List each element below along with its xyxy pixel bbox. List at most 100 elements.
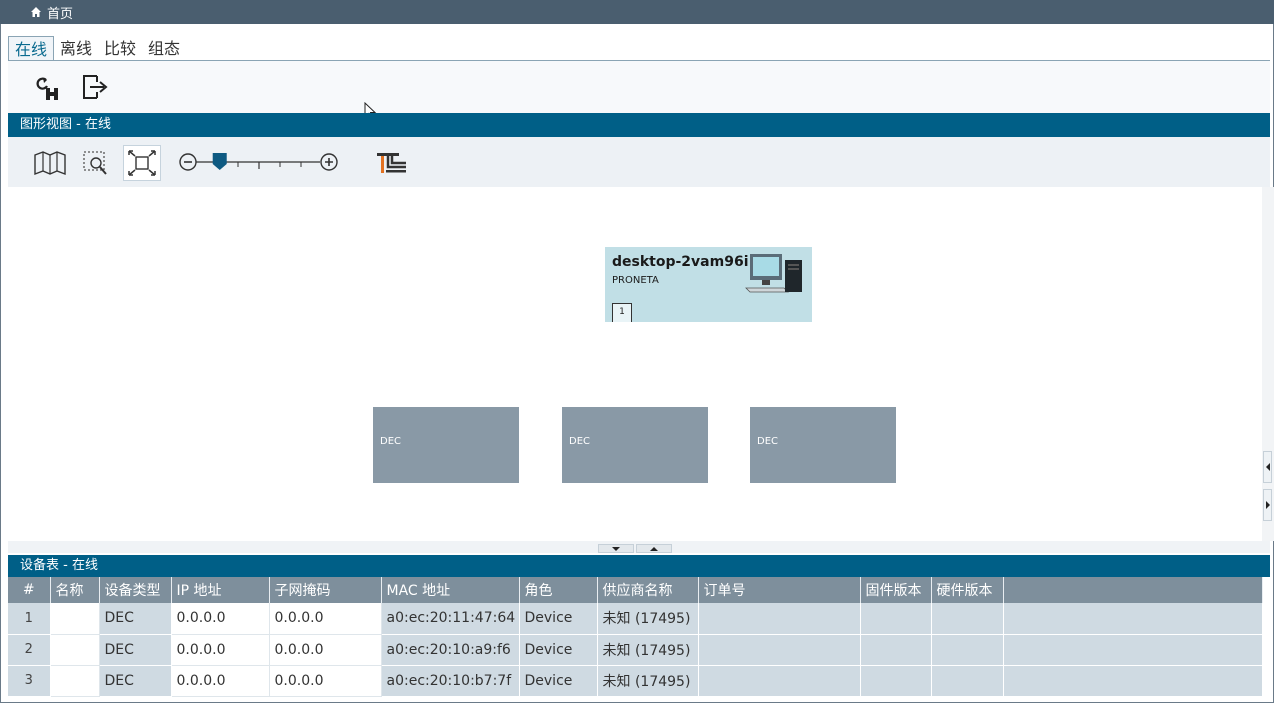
zoom-region-button[interactable] <box>77 145 115 181</box>
cell-order-number <box>698 634 861 666</box>
pc-node-name: desktop-2vam96i <box>612 254 749 270</box>
column-header-vendor[interactable]: 供应商名称 <box>597 577 699 603</box>
cell-name[interactable] <box>50 634 100 666</box>
refresh-network-button[interactable] <box>30 69 66 105</box>
collapse-panel-button[interactable] <box>1263 451 1272 483</box>
column-header-name[interactable]: 名称 <box>50 577 100 603</box>
cell-mac-address: a0:ec:20:11:47:64 <box>381 603 520 635</box>
device-node[interactable]: DEC <box>750 407 896 483</box>
cell-subnet-mask[interactable]: 0.0.0.0 <box>269 634 382 666</box>
cell-firmware <box>860 634 932 666</box>
cell-firmware <box>860 603 932 635</box>
mode-tabs: 在线 离线 比较 组态 <box>8 36 186 62</box>
cell-name[interactable] <box>50 665 100 697</box>
fit-to-screen-button[interactable] <box>123 145 161 181</box>
device-table: # 名称 设备类型 IP 地址 子网掩码 MAC 地址 角色 供应商名称 订单号… <box>8 577 1263 697</box>
device-table-header: 设备表 - 在线 <box>8 555 1270 577</box>
cell-role: Device <box>519 665 598 697</box>
cell-vendor: 未知 (17495) <box>597 634 699 666</box>
column-header-firmware[interactable]: 固件版本 <box>860 577 932 603</box>
zoom-in-icon[interactable] <box>320 153 338 171</box>
cell-vendor: 未知 (17495) <box>597 665 699 697</box>
cell-subnet-mask[interactable]: 0.0.0.0 <box>269 603 382 635</box>
zoom-slider[interactable] <box>178 149 342 175</box>
cell-subnet-mask[interactable]: 0.0.0.0 <box>269 665 382 697</box>
splitter-down-button[interactable] <box>598 544 634 553</box>
cell-filler <box>1003 634 1263 666</box>
cell-device-type: DEC <box>99 665 172 697</box>
column-header-subnet-mask[interactable]: 子网掩码 <box>269 577 382 603</box>
tab-offline[interactable]: 离线 <box>54 36 98 62</box>
chevron-right-icon <box>1265 501 1270 509</box>
splitter-up-button[interactable] <box>636 544 672 553</box>
pc-node-subtitle: PRONETA <box>612 275 659 286</box>
table-header-row: # 名称 设备类型 IP 地址 子网掩码 MAC 地址 角色 供应商名称 订单号… <box>8 577 1263 603</box>
device-node[interactable]: DEC <box>373 407 519 483</box>
topology-icon <box>377 153 406 173</box>
column-header-number[interactable]: # <box>8 577 51 603</box>
column-header-mac-address[interactable]: MAC 地址 <box>381 577 520 603</box>
table-row[interactable]: 1 DEC 0.0.0.0 0.0.0.0 a0:ec:20:11:47:64 … <box>8 603 1263 635</box>
main-toolbar <box>8 61 1270 113</box>
tab-online[interactable]: 在线 <box>8 36 55 62</box>
tab-configure[interactable]: 组态 <box>142 36 186 62</box>
pc-port[interactable]: 1 <box>612 303 632 322</box>
cell-hardware <box>931 603 1004 635</box>
cell-order-number <box>698 603 861 635</box>
tab-compare[interactable]: 比较 <box>98 36 142 62</box>
cell-filler <box>1003 603 1263 635</box>
side-panel-rail <box>1262 187 1274 541</box>
map-button[interactable] <box>31 145 69 181</box>
cell-number: 3 <box>8 665 51 697</box>
chevron-up-icon <box>650 546 658 551</box>
export-icon <box>83 75 108 99</box>
home-icon[interactable] <box>30 6 42 18</box>
cell-number: 2 <box>8 634 51 666</box>
device-node[interactable]: DEC <box>562 407 708 483</box>
column-header-filler <box>1003 577 1263 603</box>
graphic-view-toolbar <box>8 137 1270 187</box>
column-header-order-number[interactable]: 订单号 <box>698 577 861 603</box>
cell-filler <box>1003 665 1263 697</box>
chevron-left-icon <box>1265 463 1270 471</box>
zoom-region-icon <box>83 151 107 175</box>
column-header-hardware[interactable]: 硬件版本 <box>931 577 1004 603</box>
device-node-label: DEC <box>757 436 779 447</box>
map-icon <box>34 151 66 176</box>
export-button[interactable] <box>77 69 113 105</box>
cell-hardware <box>931 665 1004 697</box>
column-header-ip-address[interactable]: IP 地址 <box>171 577 270 603</box>
column-header-device-type[interactable]: 设备类型 <box>99 577 172 603</box>
zoom-out-icon[interactable] <box>179 153 197 171</box>
home-label[interactable]: 首页 <box>47 3 73 22</box>
table-row[interactable]: 2 DEC 0.0.0.0 0.0.0.0 a0:ec:20:10:a9:f6 … <box>8 634 1263 666</box>
refresh-network-icon <box>36 77 58 100</box>
cell-hardware <box>931 634 1004 666</box>
topology-canvas[interactable]: desktop-2vam96i PRONETA 1 DEC DEC DEC <box>8 187 1262 541</box>
cell-mac-address: a0:ec:20:10:b7:7f <box>381 665 520 697</box>
device-node-label: DEC <box>380 436 402 447</box>
chevron-down-icon <box>612 546 620 551</box>
expand-panel-button[interactable] <box>1263 489 1272 521</box>
graphic-view-header: 图形视图 - 在线 <box>8 113 1270 137</box>
table-row[interactable]: 3 DEC 0.0.0.0 0.0.0.0 a0:ec:20:10:b7:7f … <box>8 665 1263 697</box>
title-bar: 首页 <box>0 0 1274 24</box>
cell-ip-address[interactable]: 0.0.0.0 <box>171 603 270 635</box>
topology-button[interactable] <box>370 145 408 181</box>
cell-ip-address[interactable]: 0.0.0.0 <box>171 634 270 666</box>
cell-role: Device <box>519 603 598 635</box>
computer-icon <box>745 254 802 293</box>
cell-order-number <box>698 665 861 697</box>
cell-device-type: DEC <box>99 634 172 666</box>
cell-number: 1 <box>8 603 51 635</box>
pc-node[interactable]: desktop-2vam96i PRONETA 1 <box>605 247 812 322</box>
device-node-label: DEC <box>569 436 591 447</box>
cell-firmware <box>860 665 932 697</box>
column-header-role[interactable]: 角色 <box>519 577 598 603</box>
fit-to-screen-icon <box>128 150 156 176</box>
zoom-thumb[interactable] <box>212 153 227 170</box>
cell-device-type: DEC <box>99 603 172 635</box>
cell-ip-address[interactable]: 0.0.0.0 <box>171 665 270 697</box>
view-splitter[interactable] <box>8 541 1270 553</box>
cell-name[interactable] <box>50 603 100 635</box>
